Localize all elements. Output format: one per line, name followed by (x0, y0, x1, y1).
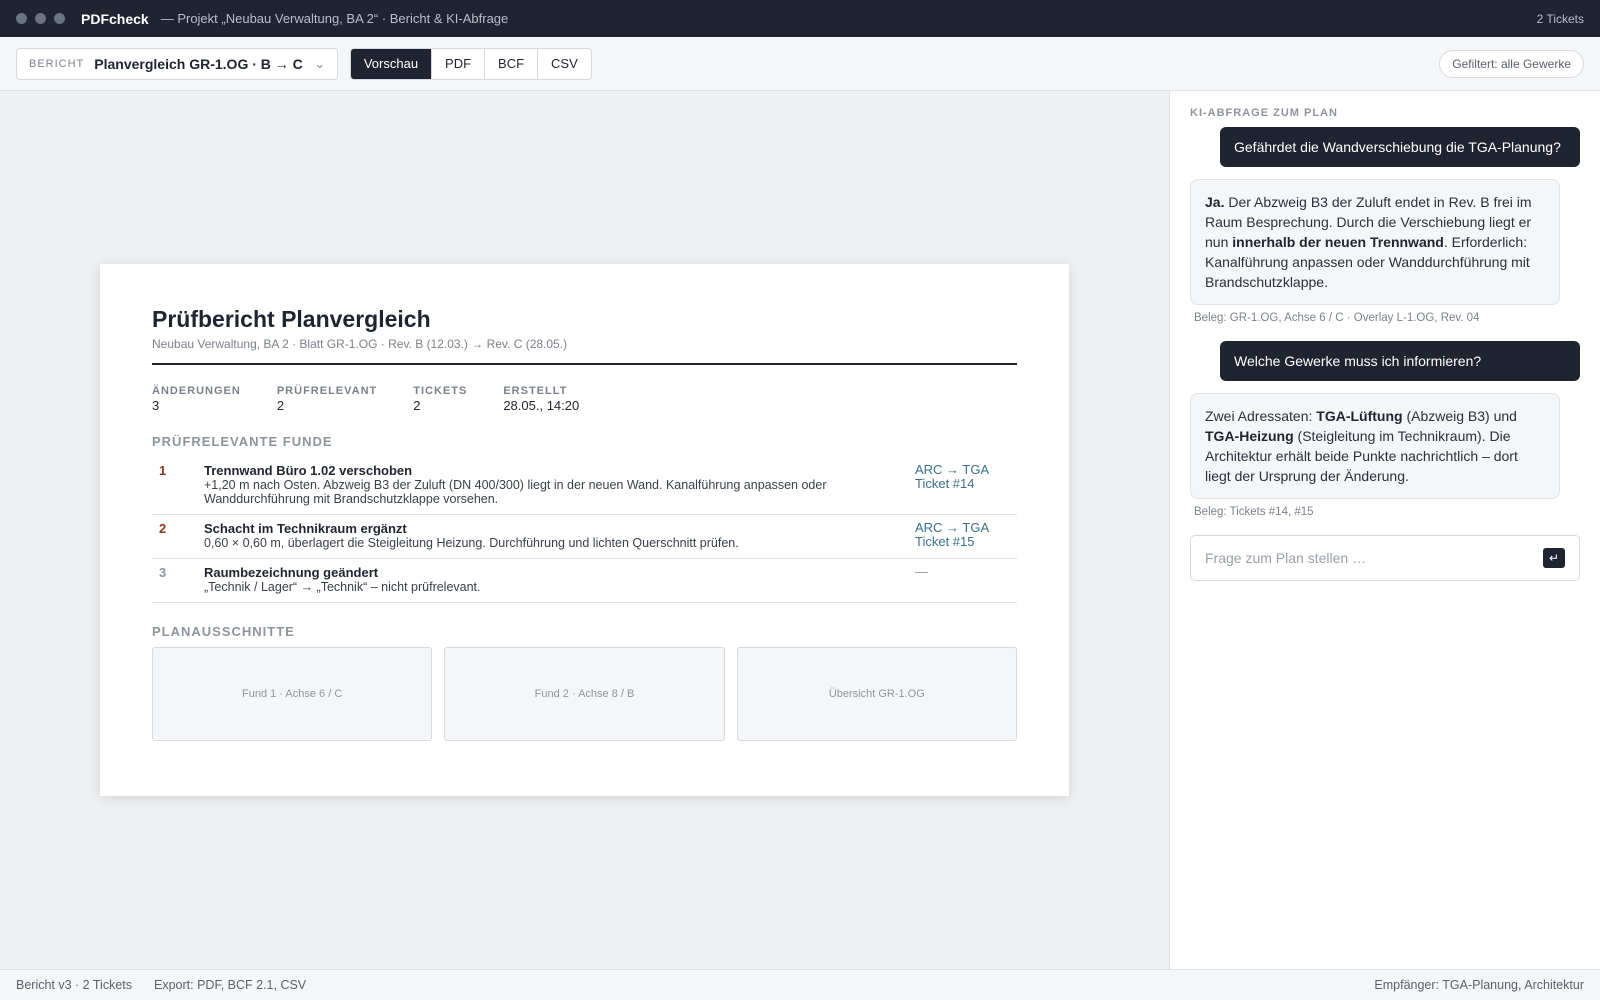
finding-route: ARC → TGA (915, 462, 990, 477)
report-select-value: Planvergleich GR-1.OG · B → C (94, 55, 303, 72)
close-window-icon[interactable] (16, 13, 27, 24)
stat-label: PRÜFRELEVANT (276, 385, 378, 397)
answer-bold: Ja. (1205, 194, 1225, 210)
findings-title: PRÜFRELEVANTE FUNDE (152, 434, 333, 449)
tab-pdf[interactable]: PDF (432, 48, 486, 79)
document-preview-area: Prüfbericht Planvergleich Neubau Verwalt… (0, 91, 1169, 969)
status-report-version: Bericht v3 · 2 Tickets (16, 978, 133, 992)
finding-description: 0,60 × 0,60 m, überlagert die Steigleitu… (204, 536, 739, 550)
doc-title: Prüfbericht Planvergleich (152, 306, 431, 332)
status-recipients: Empfänger: TGA-Planung, Architektur (1374, 978, 1584, 992)
finding-title: Schacht im Technikraum ergänzt (204, 521, 407, 536)
plan-thumbnail-fund-2[interactable]: Fund 2 · Achse 8 / B (444, 647, 725, 741)
answer-reference: Beleg: GR-1.OG, Achse 6 / C · Overlay L-… (1194, 312, 1480, 324)
chevron-down-icon: ⌄ (314, 56, 325, 71)
plan-thumbnails: Fund 1 · Achse 6 / C Fund 2 · Achse 8 / … (152, 647, 1017, 741)
tab-csv[interactable]: CSV (538, 49, 591, 79)
report-select-label: BERICHT (29, 57, 85, 70)
stat-label: TICKETS (413, 385, 468, 397)
toolbar: BERICHT Planvergleich GR-1.OG · B → C ⌄ … (0, 37, 1600, 91)
status-export: Export: PDF, BCF 2.1, CSV (154, 978, 307, 992)
finding-title: Raumbezeichnung geändert (204, 565, 379, 580)
doc-subtitle: Neubau Verwaltung, BA 2 · Blatt GR-1.OG … (152, 337, 1017, 365)
answer-bold: TGA-Lüftung (1316, 408, 1403, 424)
view-tabs: Vorschau PDF BCF CSV (349, 47, 592, 80)
finding-body: Schacht im Technikraum ergänzt 0,60 × 0,… (204, 521, 915, 550)
finding-ticket-link[interactable]: Ticket #15 (915, 535, 1017, 549)
stat-tickets: TICKETS 2 (413, 385, 467, 413)
user-question: Gefährdet die Wandverschiebung die TGA-P… (1220, 127, 1580, 167)
finding-body: Raumbezeichnung geändert „Technik / Lage… (204, 565, 915, 594)
finding-route: ARC → TGA (915, 520, 990, 535)
finding-meta: ARC → TGA Ticket #14 (915, 463, 1017, 506)
finding-ticket-link[interactable]: Ticket #14 (915, 477, 1017, 491)
plans-title: PLANAUSSCHNITTE (152, 624, 295, 639)
app-name: PDFcheck (81, 10, 149, 27)
finding-body: Trennwand Büro 1.02 verschoben +1,20 m n… (204, 463, 915, 506)
stat-label: ERSTELLT (503, 385, 568, 397)
plan-thumbnail-fund-1[interactable]: Fund 1 · Achse 6 / C (152, 647, 433, 741)
report-select[interactable]: BERICHT Planvergleich GR-1.OG · B → C ⌄ (16, 47, 338, 80)
finding-description: „Technik / Lager“ → „Technik“ – nicht pr… (204, 580, 481, 594)
stat-erstellt: ERSTELLT 28.05., 14:20 (503, 385, 579, 413)
stat-value: 2 (276, 398, 285, 413)
document-page: Prüfbericht Planvergleich Neubau Verwalt… (100, 264, 1069, 796)
finding-description: +1,20 m nach Osten. Abzweig B3 der Zuluf… (204, 478, 827, 506)
finding-row: 3 Raumbezeichnung geändert „Technik / La… (152, 559, 1017, 603)
answer-text: (Abzweig B3) und (1402, 408, 1517, 424)
answer-bold: innerhalb der neuen Trennwand (1232, 234, 1444, 250)
finding-title: Trennwand Büro 1.02 verschoben (204, 463, 413, 478)
maximize-window-icon[interactable] (54, 13, 65, 24)
ai-answer: Zwei Adressaten: TGA-Lüftung (Abzweig B3… (1190, 393, 1560, 499)
window-title: — Projekt „Neubau Verwaltung, BA 2“ · Be… (160, 11, 509, 26)
stat-pruefrelevant: PRÜFRELEVANT 2 (277, 385, 377, 413)
ai-answer: Ja. Der Abzweig B3 der Zuluft endet in R… (1190, 179, 1560, 305)
minimize-window-icon[interactable] (35, 13, 46, 24)
stat-value: 28.05., 14:20 (503, 398, 580, 413)
ai-panel-title: KI-ABFRAGE ZUM PLAN (1190, 107, 1338, 119)
user-question: Welche Gewerke muss ich informieren? (1220, 341, 1580, 381)
answer-reference: Beleg: Tickets #14, #15 (1194, 506, 1314, 518)
send-icon[interactable]: ↵ (1543, 548, 1565, 568)
finding-meta: — (915, 565, 1017, 594)
filter-chip[interactable]: Gefiltert: alle Gewerke (1439, 49, 1584, 78)
stat-label: ÄNDERUNGEN (152, 385, 241, 397)
stat-value: 3 (152, 398, 160, 413)
stat-aenderungen: ÄNDERUNGEN 3 (152, 385, 241, 413)
stat-value: 2 (413, 398, 421, 413)
doc-stats: ÄNDERUNGEN 3 PRÜFRELEVANT 2 TICKETS 2 ER… (152, 385, 1017, 413)
question-input-placeholder: Frage zum Plan stellen … (1205, 550, 1367, 566)
finding-number: 3 (159, 565, 167, 580)
finding-row: 1 Trennwand Büro 1.02 verschoben +1,20 m… (152, 457, 1017, 515)
finding-row: 2 Schacht im Technikraum ergänzt 0,60 × … (152, 515, 1017, 559)
title-bar: PDFcheck — Projekt „Neubau Verwaltung, B… (0, 0, 1600, 37)
tab-vorschau[interactable]: Vorschau (350, 48, 433, 79)
status-bar: Bericht v3 · 2 Tickets Export: PDF, BCF … (0, 969, 1600, 1000)
question-input[interactable]: Frage zum Plan stellen … ↵ (1190, 535, 1580, 581)
answer-bold: TGA-Heizung (1205, 428, 1294, 444)
tickets-count: 2 Tickets (1536, 11, 1584, 26)
finding-route: — (915, 564, 928, 579)
finding-number: 2 (159, 521, 167, 536)
window-controls (16, 13, 65, 24)
answer-text: Zwei Adressaten: (1205, 408, 1317, 424)
plan-thumbnail-overview[interactable]: Übersicht GR-1.OG (736, 647, 1017, 741)
finding-number: 1 (159, 463, 167, 478)
ai-query-panel: KI-ABFRAGE ZUM PLAN Gefährdet die Wandve… (1169, 91, 1600, 969)
tab-bcf[interactable]: BCF (485, 48, 539, 79)
finding-meta: ARC → TGA Ticket #15 (915, 521, 1017, 550)
